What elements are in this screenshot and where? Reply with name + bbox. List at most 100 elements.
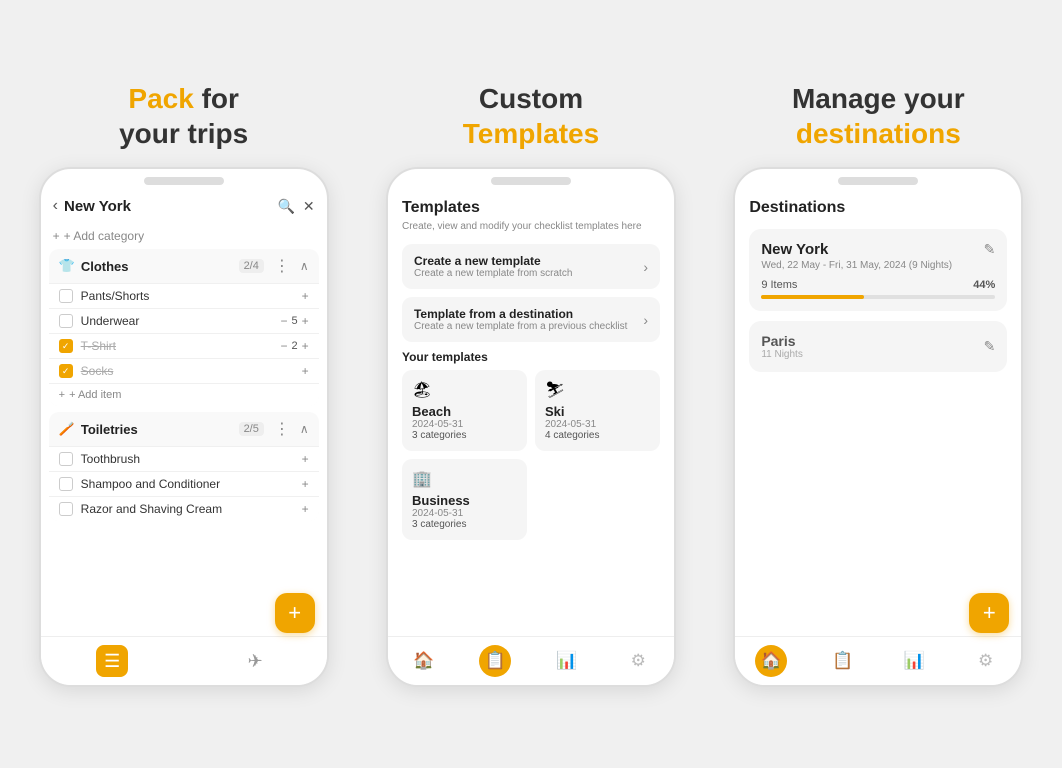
paris-edit-icon[interactable]: ✎ (984, 338, 996, 355)
nav-dest-home-icon[interactable]: 🏠 (755, 645, 787, 677)
add-item-btn[interactable]: + + Add item (49, 383, 319, 406)
close-icon[interactable]: ✕ (303, 198, 315, 215)
nav-flight-icon[interactable]: ✈ (239, 645, 271, 677)
fab-dest-label: + (983, 600, 996, 626)
destinations-title: Destinations (749, 199, 1007, 217)
fab-label: + (288, 600, 301, 626)
create-template-text: Create a new template Create a new templ… (414, 254, 635, 279)
ski-template-card[interactable]: ⛷ Ski 2024-05-31 4 categories (535, 370, 660, 451)
newyork-edit-icon[interactable]: ✎ (984, 241, 996, 258)
razor-label: Razor and Shaving Cream (81, 502, 294, 516)
nav-list-icon[interactable]: ☰ (96, 645, 128, 677)
tshirt-qty-minus-icon[interactable]: − (281, 339, 288, 353)
tshirt-qty-plus-icon[interactable]: + (302, 339, 309, 353)
toiletries-category: 🪥 Toiletries 2/5 ⋮ ∧ Toothbrush + Shampo… (49, 412, 319, 521)
nav-stats-icon[interactable]: 📊 (551, 645, 583, 677)
business-template-card[interactable]: 🏢 Business 2024-05-31 3 categories (402, 459, 527, 540)
nav-home-icon[interactable]: 🏠 (408, 645, 440, 677)
clothes-more-icon[interactable]: ⋮ (274, 256, 290, 276)
newyork-card-header: New York ✎ (761, 241, 995, 258)
template-from-dest-btn[interactable]: Template from a destination Create a new… (402, 297, 660, 342)
column-destinations: Manage your destinations Destinations Ne… (705, 81, 1052, 687)
phone-notch (144, 177, 224, 185)
tshirt-checkbox[interactable] (59, 339, 73, 353)
add-category-btn[interactable]: + + Add category (41, 223, 327, 249)
phone-notch-2 (491, 177, 571, 185)
create-chevron-icon: › (643, 259, 648, 275)
socks-checkbox[interactable] (59, 364, 73, 378)
underwear-checkbox[interactable] (59, 314, 73, 328)
pants-add-icon[interactable]: + (302, 289, 309, 303)
nav-settings-icon[interactable]: ⚙ (622, 645, 654, 677)
headline-trips: your trips (119, 118, 248, 149)
ski-date: 2024-05-31 (545, 419, 650, 430)
nav-dest-settings-icon[interactable]: ⚙ (970, 645, 1002, 677)
template-grid: 🏖 Beach 2024-05-31 3 categories ⛷ Ski 20… (402, 370, 660, 540)
fab-button[interactable]: + (275, 593, 315, 633)
toiletries-chevron-icon[interactable]: ∧ (300, 422, 309, 436)
socks-add-icon[interactable]: + (302, 364, 309, 378)
shampoo-checkbox[interactable] (59, 477, 73, 491)
add-item-plus-icon: + (59, 389, 65, 401)
bottom-nav-templates: 🏠 📋 📊 ⚙ (388, 636, 674, 685)
phone-pack: ‹ New York 🔍 ✕ + + Add category 👕 Clothe… (39, 167, 329, 687)
plus-icon: + (53, 229, 60, 243)
header-icons: 🔍 ✕ (277, 198, 314, 215)
create-template-btn[interactable]: Create a new template Create a new templ… (402, 244, 660, 289)
clothes-title: Clothes (81, 259, 233, 274)
razor-add-icon[interactable]: + (302, 502, 309, 516)
tshirt-qty-val: 2 (292, 340, 298, 352)
nav-dest-stats-icon[interactable]: 📊 (898, 645, 930, 677)
newyork-items-label: 9 Items (761, 279, 967, 291)
ski-name: Ski (545, 404, 650, 419)
headline-for: for (202, 83, 239, 114)
business-icon: 🏢 (412, 469, 517, 489)
column-pack: Pack for your trips ‹ New York 🔍 ✕ + + A… (10, 81, 357, 687)
table-row: Razor and Shaving Cream + (49, 496, 319, 521)
qty-plus-icon[interactable]: + (302, 314, 309, 328)
table-row: T-Shirt − 2 + (49, 333, 319, 358)
tshirt-qty: − 2 + (281, 339, 309, 353)
phone-destinations: Destinations New York ✎ Wed, 22 May - Fr… (733, 167, 1023, 687)
search-icon[interactable]: 🔍 (277, 198, 294, 215)
underwear-label: Underwear (81, 314, 273, 328)
nav-templates-icon[interactable]: 📋 (479, 645, 511, 677)
headline-templates-label: Templates (463, 118, 599, 149)
table-row: Underwear − 5 + (49, 308, 319, 333)
template-from-dest-title: Template from a destination (414, 307, 635, 321)
clothes-category: 👕 Clothes 2/4 ⋮ ∧ Pants/Shorts + Underwe… (49, 249, 319, 406)
bottom-nav-pack: ☰ ✈ (41, 636, 327, 685)
screen-title: New York (64, 198, 272, 215)
paris-nights: 11 Nights (761, 349, 803, 360)
clothes-chevron-icon[interactable]: ∧ (300, 259, 309, 273)
qty-minus-icon[interactable]: − (281, 314, 288, 328)
toiletries-more-icon[interactable]: ⋮ (274, 419, 290, 439)
paris-card-header: Paris 11 Nights ✎ (761, 333, 995, 360)
templates-title: Templates (402, 199, 660, 217)
headline-templates: Custom Templates (463, 81, 599, 151)
shampoo-add-icon[interactable]: + (302, 477, 309, 491)
newyork-progress-fill (761, 295, 864, 299)
toothbrush-checkbox[interactable] (59, 452, 73, 466)
pants-checkbox[interactable] (59, 289, 73, 303)
razor-checkbox[interactable] (59, 502, 73, 516)
template-from-dest-sub: Create a new template from a previous ch… (414, 321, 635, 332)
headline-pack: Pack for your trips (119, 81, 248, 151)
table-row: Socks + (49, 358, 319, 383)
fab-dest-button[interactable]: + (969, 593, 1009, 633)
beach-template-card[interactable]: 🏖 Beach 2024-05-31 3 categories (402, 370, 527, 451)
headline-accent: Pack (128, 83, 201, 114)
back-icon[interactable]: ‹ (53, 197, 58, 215)
shampoo-label: Shampoo and Conditioner (81, 477, 294, 491)
newyork-progress-row: 9 Items 44% (761, 279, 995, 291)
app-container: Pack for your trips ‹ New York 🔍 ✕ + + A… (0, 61, 1062, 707)
business-cats: 3 categories (412, 519, 517, 530)
paris-info: Paris 11 Nights (761, 333, 803, 360)
paris-card-name: Paris (761, 333, 803, 349)
headline-dest-label: destinations (796, 118, 961, 149)
nav-dest-copy-icon[interactable]: 📋 (827, 645, 859, 677)
newyork-dest-card: New York ✎ Wed, 22 May - Fri, 31 May, 20… (749, 229, 1007, 311)
pants-label: Pants/Shorts (81, 289, 294, 303)
template-from-dest-text: Template from a destination Create a new… (414, 307, 635, 332)
toothbrush-add-icon[interactable]: + (302, 452, 309, 466)
